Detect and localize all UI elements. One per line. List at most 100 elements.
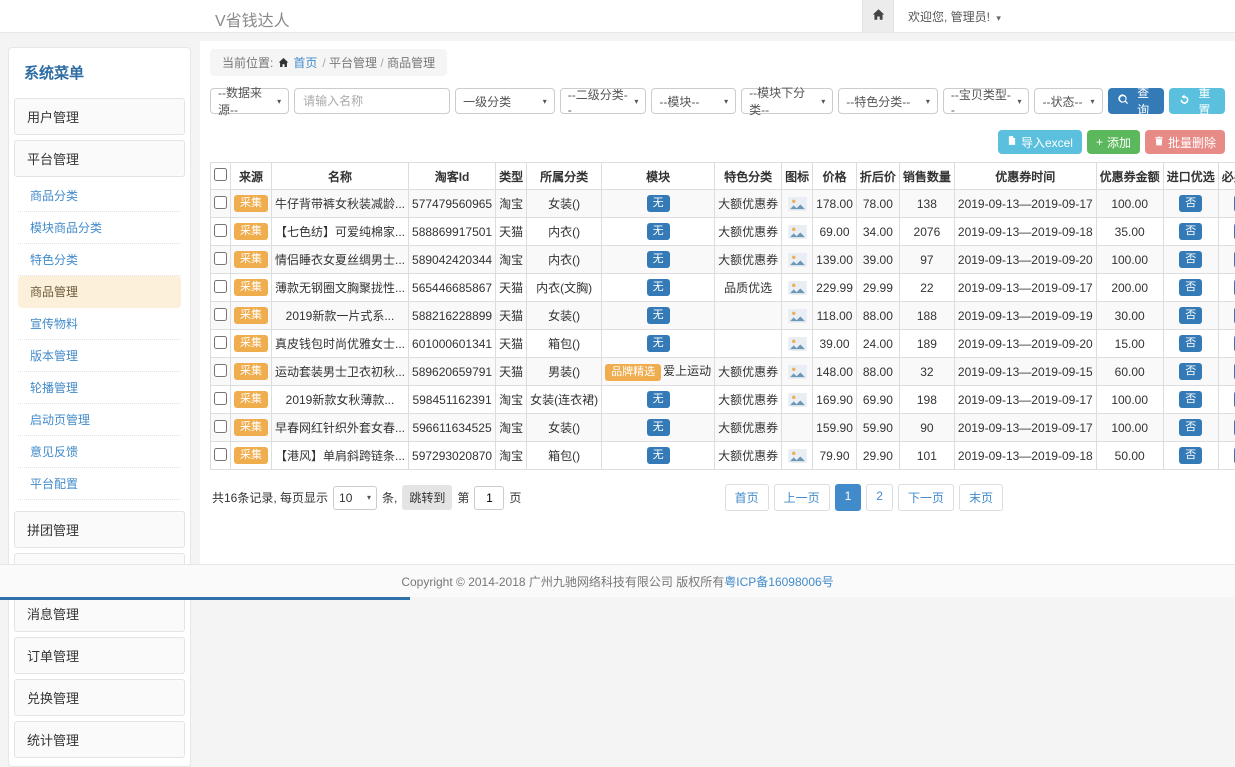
sidebar-subitem[interactable]: 特色分类 — [18, 244, 181, 276]
cell-coupon-time: 2019-09-13—2019-09-17 — [954, 274, 1096, 302]
cell-checkbox — [211, 386, 231, 414]
chevron-down-icon: ▾ — [277, 97, 281, 106]
sidebar-item-6[interactable]: 兑换管理 — [14, 679, 185, 716]
sidebar-subitem[interactable]: 商品分类 — [18, 180, 181, 212]
import-pick-toggle[interactable]: 否 — [1179, 195, 1202, 212]
pager-button[interactable]: 2 — [866, 484, 893, 511]
reset-button[interactable]: 重置 — [1169, 88, 1225, 114]
item-type-select[interactable]: --宝贝类型--▾ — [943, 88, 1030, 114]
import-pick-toggle[interactable]: 否 — [1179, 419, 1202, 436]
sidebar-item-0[interactable]: 用户管理 — [14, 98, 185, 135]
cell-coupon-time: 2019-09-13—2019-09-19 — [954, 302, 1096, 330]
module-subcategory-select[interactable]: --模块下分类--▾ — [741, 88, 833, 114]
cell-source: 采集 — [231, 386, 272, 414]
row-checkbox[interactable] — [214, 448, 227, 461]
import-pick-toggle[interactable]: 否 — [1179, 223, 1202, 240]
jump-to-button[interactable]: 跳转到 — [402, 485, 452, 510]
add-button[interactable]: + 添加 — [1087, 130, 1140, 154]
status-select[interactable]: --状态--▾ — [1034, 88, 1102, 114]
query-button[interactable]: 查询 — [1108, 88, 1164, 114]
pager-button[interactable]: 1 — [835, 484, 862, 511]
sidebar-subitem[interactable]: 模块商品分类 — [18, 212, 181, 244]
import-pick-toggle[interactable]: 否 — [1179, 391, 1202, 408]
cell-checkbox — [211, 358, 231, 386]
level2-category-select[interactable]: --二级分类--▾ — [560, 88, 647, 114]
cell-icon — [782, 330, 813, 358]
name-search-input[interactable] — [294, 88, 450, 114]
sidebar-subitem[interactable]: 商品管理 — [18, 276, 181, 308]
breadcrumb-item[interactable]: 平台管理 — [329, 56, 377, 70]
user-menu[interactable]: 欢迎您, 管理员! ▾ — [894, 8, 1015, 25]
row-checkbox[interactable] — [214, 336, 227, 349]
row-checkbox[interactable] — [214, 420, 227, 433]
cell-taoke-id: 598451162391 — [409, 386, 496, 414]
select-value: --状态-- — [1042, 93, 1082, 110]
import-excel-button[interactable]: 导入excel — [998, 130, 1082, 154]
breadcrumb-home-link[interactable]: 首页 — [278, 54, 317, 71]
sidebar-item-2[interactable]: 拼团管理 — [14, 511, 185, 548]
pager-button[interactable]: 末页 — [959, 484, 1003, 511]
module-badge: 无 — [647, 419, 670, 436]
row-checkbox[interactable] — [214, 196, 227, 209]
import-pick-toggle[interactable]: 否 — [1179, 279, 1202, 296]
page-number-input[interactable] — [474, 486, 504, 510]
cell-taoke-id: 596611634525 — [409, 414, 496, 442]
sidebar-item-7[interactable]: 统计管理 — [14, 721, 185, 758]
home-button[interactable] — [862, 0, 894, 32]
row-checkbox[interactable] — [214, 308, 227, 321]
col-price: 价格 — [813, 163, 857, 190]
row-checkbox[interactable] — [214, 280, 227, 293]
pager-button[interactable]: 上一页 — [774, 484, 830, 511]
batch-delete-label: 批量删除 — [1168, 134, 1216, 151]
chevron-down-icon: ▾ — [724, 97, 728, 106]
sidebar-subitem[interactable]: 轮播管理 — [18, 372, 181, 404]
cell-icon — [782, 218, 813, 246]
module-select[interactable]: --模块--▾ — [651, 88, 736, 114]
row-checkbox[interactable] — [214, 224, 227, 237]
import-pick-toggle[interactable]: 否 — [1179, 307, 1202, 324]
cell-category: 女装() — [527, 302, 602, 330]
sidebar-subitem[interactable]: 启动页管理 — [18, 404, 181, 436]
data-source-select[interactable]: --数据来源--▾ — [210, 88, 289, 114]
feature-category-select[interactable]: --特色分类--▾ — [838, 88, 938, 114]
reset-button-label: 重置 — [1194, 84, 1215, 118]
module-badge: 无 — [647, 447, 670, 464]
pager-button[interactable]: 首页 — [725, 484, 769, 511]
cell-module: 无 — [602, 190, 715, 218]
icp-link[interactable]: 粤ICP备16098006号 — [724, 573, 833, 590]
row-checkbox[interactable] — [214, 364, 227, 377]
per-page-select[interactable]: 10 ▾ — [333, 486, 377, 510]
sidebar-subitem[interactable]: 版本管理 — [18, 340, 181, 372]
row-checkbox[interactable] — [214, 252, 227, 265]
cell-coupon-time: 2019-09-13—2019-09-20 — [954, 330, 1096, 358]
cell-source: 采集 — [231, 274, 272, 302]
cell-type: 天猫 — [496, 358, 527, 386]
sidebar-subitem[interactable]: 宣传物料 — [18, 308, 181, 340]
sidebar-item-4[interactable]: 消息管理 — [14, 595, 185, 632]
level1-category-select[interactable]: 一级分类▾ — [455, 88, 555, 114]
cell-feature — [715, 330, 782, 358]
product-thumbnail-icon — [788, 393, 807, 407]
sidebar-item-1[interactable]: 平台管理 — [14, 140, 185, 177]
sidebar-item-5[interactable]: 订单管理 — [14, 637, 185, 674]
breadcrumb-item[interactable]: 商品管理 — [387, 56, 435, 70]
import-pick-toggle[interactable]: 否 — [1179, 447, 1202, 464]
copyright-text: Copyright © 2014-2018 广州九驰网络科技有限公司 版权所有 — [401, 573, 724, 590]
pager-button[interactable]: 下一页 — [898, 484, 954, 511]
sidebar-subitem[interactable]: 意见反馈 — [18, 436, 181, 468]
app-title: V省钱达人 — [215, 7, 290, 31]
cell-name: 牛仔背带裤女秋装减龄... — [272, 190, 409, 218]
import-pick-toggle[interactable]: 否 — [1179, 363, 1202, 380]
sidebar: 系统菜单 用户管理平台管理商品分类模块商品分类特色分类商品管理宣传物料版本管理轮… — [8, 47, 191, 767]
records-unit: 条, — [382, 489, 397, 506]
batch-delete-button[interactable]: 批量删除 — [1145, 130, 1225, 154]
cell-source: 采集 — [231, 330, 272, 358]
row-checkbox[interactable] — [214, 392, 227, 405]
import-pick-toggle[interactable]: 否 — [1179, 251, 1202, 268]
cell-feature: 大额优惠券 — [715, 190, 782, 218]
sidebar-subitem[interactable]: 平台配置 — [18, 468, 181, 500]
import-pick-toggle[interactable]: 否 — [1179, 335, 1202, 352]
table-row: 采集牛仔背带裤女秋装减龄...577479560965淘宝女装()无大额优惠券1… — [211, 190, 1235, 218]
cell-name: 早春网红针织外套女春... — [272, 414, 409, 442]
select-all-checkbox[interactable] — [214, 168, 227, 181]
